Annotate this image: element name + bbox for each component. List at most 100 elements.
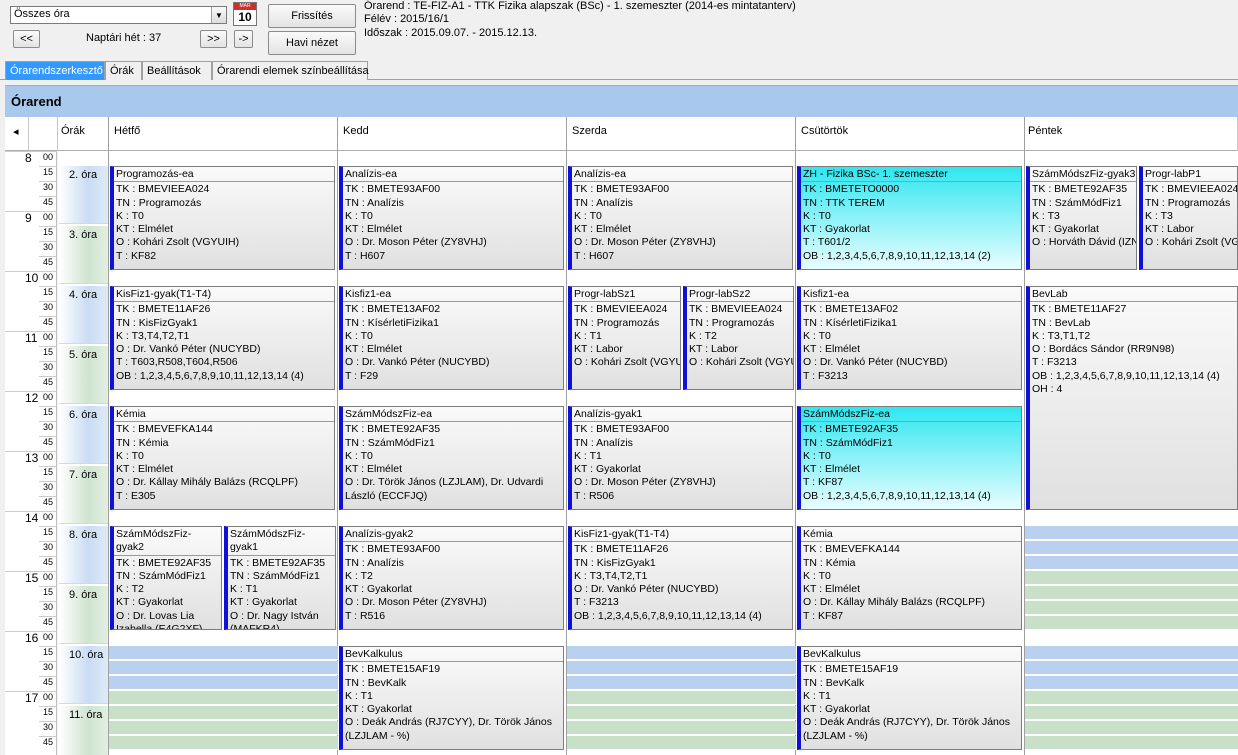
next-week-button[interactable]: >> — [200, 30, 227, 48]
empty-slot-stripe[interactable] — [567, 691, 796, 705]
event-block-wed-lab1[interactable]: Progr-labSz1 TK : BMEVIEEA024 TN : Program… — [568, 286, 681, 390]
event-block-tue-bevk[interactable]: BevKalkulus TK : BMETE15AF19 TN : BevKalk K… — [339, 646, 564, 750]
event-block-fri-bevlab[interactable]: BevLab TK : BMETE11AF27 TN : BevLab K : T3,… — [1026, 286, 1238, 510]
empty-slot-stripe[interactable] — [109, 736, 338, 750]
time-gridline — [39, 616, 57, 617]
minute-label: 15 — [43, 647, 54, 657]
empty-slot-stripe[interactable] — [1025, 706, 1238, 720]
event-block-thu-bevk[interactable]: BevKalkulus TK : BMETE15AF19 TN : BevKalk K… — [797, 646, 1022, 750]
slot-cell: 4. óra — [59, 286, 108, 344]
event-block-wed-anal-gy[interactable]: Analízis-gyak1 TK : BMETE93AF00 TN : Analí… — [568, 406, 793, 510]
event-block-thu-kemia[interactable]: Kémia TK : BMEVEFKA144 TN : Kémia K : T0 KT … — [797, 526, 1022, 630]
event-block-thu-kisfiz[interactable]: Kisfiz1-ea TK : BMETE13AF02 TN : Kísérleti… — [797, 286, 1022, 390]
empty-slot-stripe[interactable] — [1025, 691, 1238, 705]
empty-slot-stripe[interactable] — [1025, 586, 1238, 600]
event-block-tue-szam[interactable]: SzámMódszFiz-ea TK : BMETE92AF35 TN : Szám… — [339, 406, 564, 510]
time-gridline — [39, 466, 57, 467]
tab-lessons[interactable]: Órák — [105, 61, 142, 80]
event-block-thu-zh[interactable]: ZH - Fizika BSc- 1. szemeszter TK : BMETE… — [797, 166, 1022, 270]
event-block-mon-szam1[interactable]: SzámMódszFiz-gyak1 TK : BMETE92AF35 TN : S… — [224, 526, 336, 630]
empty-slot-stripe[interactable] — [1025, 736, 1238, 750]
empty-slot-stripe[interactable] — [567, 736, 796, 750]
time-gridline — [39, 661, 57, 662]
event-block-fri-szam3[interactable]: SzámMódszFiz-gyak3 TK : BMETE92AF35 TN : S… — [1026, 166, 1137, 270]
empty-slot-stripe[interactable] — [567, 646, 796, 660]
event-block-mon-kemia[interactable]: Kémia TK : BMEVEFKA144 TN : Kémia K : T0 KT … — [110, 406, 335, 510]
event-detail: TK : BMEVIEEA024 — [689, 303, 783, 316]
event-block-tue-anal[interactable]: Analízis-ea TK : BMETE93AF00 TN : Analízis… — [339, 166, 564, 270]
empty-slot-stripe[interactable] — [1025, 616, 1238, 630]
event-block-mon-kisfiz[interactable]: KisFiz1-gyak(T1-T4) TK : BMETE11AF26 TN : … — [110, 286, 335, 390]
event-title: SzámMódszFiz-gyak3 — [1030, 168, 1136, 183]
tab-timetable-editor[interactable]: Órarendszerkesztő — [5, 61, 105, 80]
hour-label: 11 — [25, 331, 38, 345]
slot-cell: 9. óra — [59, 586, 108, 644]
tab-color-settings[interactable]: Órarendi elemek színbeállítása — [212, 61, 369, 80]
empty-slot-stripe[interactable] — [1025, 571, 1238, 585]
event-block-wed-anal[interactable]: Analízis-ea TK : BMETE93AF00 TN : Analízis… — [568, 166, 793, 270]
event-detail: K : T1 — [803, 689, 831, 702]
event-block-thu-szam[interactable]: SzámMódszFiz-ea TK : BMETE92AF35 TN : Szám… — [797, 406, 1022, 510]
empty-slot-stripe[interactable] — [109, 721, 338, 735]
slot-cell: 2. óra — [59, 166, 108, 224]
empty-slot-stripe[interactable] — [109, 646, 338, 660]
hour-label: 13 — [25, 451, 39, 465]
time-gridline — [39, 286, 57, 287]
hour-label: 9 — [25, 211, 32, 225]
event-detail: KT : Gyakorlat — [574, 463, 641, 476]
minute-label: 30 — [43, 302, 54, 312]
tab-settings[interactable]: Beállítások — [142, 61, 212, 80]
goto-button[interactable]: -> — [234, 30, 253, 48]
header-orak: Órák — [58, 117, 109, 151]
event-detail: O : Bordács Sándor (RR9N98) — [1032, 343, 1175, 356]
empty-slot-stripe[interactable] — [1025, 541, 1238, 555]
event-block-wed-kisfiz[interactable]: KisFiz1-gyak(T1-T4) TK : BMETE11AF26 TN : … — [568, 526, 793, 630]
empty-slot-stripe[interactable] — [1025, 676, 1238, 690]
event-block-tue-anal2[interactable]: Analízis-gyak2 TK : BMETE93AF00 TN : Analí… — [339, 526, 564, 630]
empty-slot-stripe[interactable] — [567, 661, 796, 675]
minute-label: 00 — [43, 512, 54, 522]
event-block-mon-prog[interactable]: Programozás-ea TK : BMEVIEEA024 TN : Progr… — [110, 166, 335, 270]
event-block-fri-proglab[interactable]: Progr-labP1 TK : BMEVIEEA024 TN : Programo… — [1139, 166, 1238, 270]
event-detail: O : Dr. Moson Péter (ZY8VHJ) — [574, 236, 716, 249]
event-detail: K : T1 — [574, 449, 602, 462]
event-detail: O : Dr. Török János (LZJLAM), Dr. Udvard… — [345, 476, 544, 502]
refresh-button[interactable]: Frissítés — [268, 4, 356, 28]
empty-slot-stripe[interactable] — [1025, 601, 1238, 615]
event-block-mon-szam2[interactable]: SzámMódszFiz-gyak2 TK : BMETE92AF35 TN : S… — [110, 526, 222, 630]
time-gridline — [39, 601, 57, 602]
minute-label: 30 — [43, 182, 54, 192]
collapse-arrow-icon[interactable]: ◂ — [5, 117, 29, 151]
event-detail: TN : Analízis — [574, 436, 633, 449]
empty-slot-stripe[interactable] — [1025, 661, 1238, 675]
filter-combo[interactable]: Összes óra ▼ — [10, 6, 227, 24]
empty-slot-stripe[interactable] — [1025, 526, 1238, 540]
empty-slot-stripe[interactable] — [109, 691, 338, 705]
empty-slot-stripe[interactable] — [567, 721, 796, 735]
timetable-info: Órarend : TE-FIZ-A1 - TTK Fizika alapsza… — [364, 0, 796, 40]
week-label: Naptári hét : 37 — [86, 32, 162, 44]
event-title: Kémia — [114, 408, 334, 423]
event-block-tue-kisfiz[interactable]: Kisfiz1-ea TK : BMETE13AF02 TN : Kísérleti… — [339, 286, 564, 390]
event-detail: KT : Elmélet — [345, 343, 402, 356]
minute-label: 15 — [43, 347, 54, 357]
calendar-icon[interactable]: MAR 10 — [233, 2, 257, 26]
event-detail: K : T0 — [116, 209, 144, 222]
empty-slot-stripe[interactable] — [109, 706, 338, 720]
event-detail: K : T0 — [803, 449, 831, 462]
prev-week-button[interactable]: << — [13, 30, 40, 48]
time-gridline — [39, 301, 57, 302]
event-block-wed-lab2[interactable]: Progr-labSz2 TK : BMEVIEEA024 TN : Program… — [683, 286, 794, 390]
event-detail: TK : BMETE11AF27 — [1032, 303, 1127, 316]
monthly-view-button[interactable]: Havi nézet — [268, 31, 356, 55]
empty-slot-stripe[interactable] — [1025, 646, 1238, 660]
empty-slot-stripe[interactable] — [567, 676, 796, 690]
empty-slot-stripe[interactable] — [1025, 721, 1238, 735]
chevron-down-icon[interactable]: ▼ — [211, 7, 226, 23]
empty-slot-stripe[interactable] — [109, 676, 338, 690]
info-semester: Félév : 2015/16/1 — [364, 13, 450, 26]
empty-slot-stripe[interactable] — [567, 706, 796, 720]
minute-label: 30 — [43, 662, 54, 672]
empty-slot-stripe[interactable] — [109, 661, 338, 675]
empty-slot-stripe[interactable] — [1025, 556, 1238, 570]
